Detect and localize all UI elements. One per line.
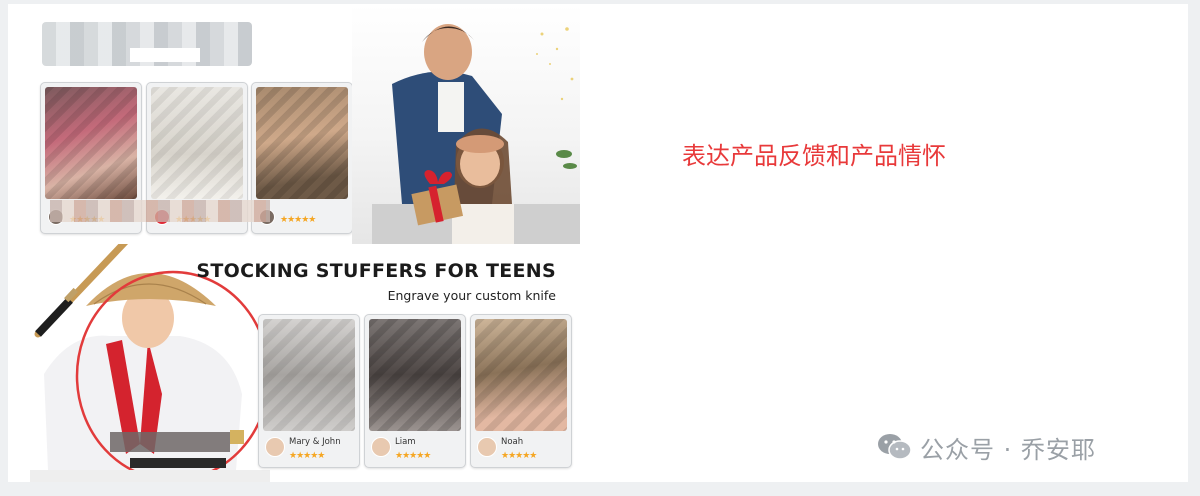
reviewer-avatar bbox=[371, 437, 391, 457]
review-photo bbox=[151, 87, 243, 199]
rating-stars: ★★★★★ bbox=[280, 215, 316, 225]
wechat-icon bbox=[878, 434, 912, 460]
review-card: Liam ★★★★★ bbox=[364, 314, 466, 468]
watermark-text: 公众号 · 乔安耶 bbox=[920, 435, 1096, 464]
rating-stars: ★★★★★ bbox=[395, 451, 431, 461]
headline: STOCKING STUFFERS FOR TEENS bbox=[196, 260, 556, 282]
review-photo bbox=[263, 319, 355, 431]
gift-surprise-photo bbox=[352, 4, 580, 244]
article-canvas: ★★★★★ ★★★★★ ★★★★★ bbox=[8, 4, 1188, 482]
bottom-banner: STOCKING STUFFERS FOR TEENS Engrave your… bbox=[30, 180, 580, 482]
ad-creative-image: ★★★★★ ★★★★★ ★★★★★ bbox=[30, 4, 580, 482]
review-photo bbox=[475, 319, 567, 431]
subline: Engrave your custom knife bbox=[387, 288, 556, 303]
annotation-text: 表达产品反馈和产品情怀 bbox=[682, 142, 946, 170]
reviewer-name: Liam bbox=[395, 437, 416, 447]
watermark: 公众号 · 乔安耶 bbox=[876, 430, 1096, 464]
reviewer-name: Noah bbox=[501, 437, 524, 447]
reviewer-avatar bbox=[477, 437, 497, 457]
pixelated-caption bbox=[50, 200, 270, 222]
review-photo bbox=[45, 87, 137, 199]
pixelated-title bbox=[42, 22, 252, 66]
reviewer-avatar bbox=[265, 437, 285, 457]
rating-stars: ★★★★★ bbox=[501, 451, 537, 461]
reviewer-name: Mary & John bbox=[289, 437, 341, 447]
rating-stars: ★★★★★ bbox=[289, 451, 325, 461]
review-photo bbox=[256, 87, 348, 199]
review-photo bbox=[369, 319, 461, 431]
review-card: Noah ★★★★★ bbox=[470, 314, 572, 468]
review-card: Mary & John ★★★★★ bbox=[258, 314, 360, 468]
top-banner: ★★★★★ ★★★★★ ★★★★★ bbox=[30, 4, 580, 244]
